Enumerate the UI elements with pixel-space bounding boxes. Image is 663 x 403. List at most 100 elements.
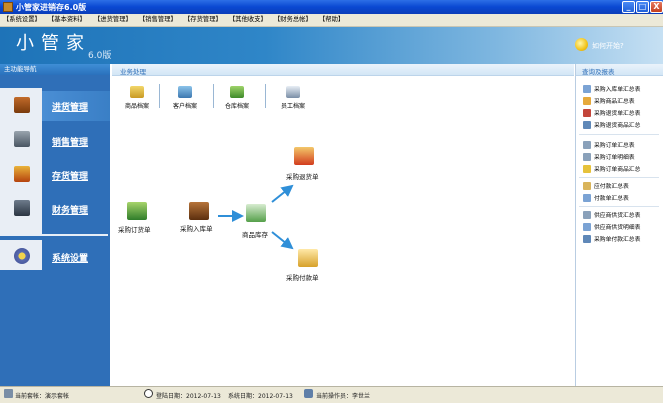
status-system-date: 系统日期：2012-07-13 [228, 393, 293, 400]
table-icon [583, 181, 591, 190]
menu-basic-data[interactable]: 【基本资料】 [48, 15, 86, 25]
report-label: 应付款汇总表 [594, 184, 629, 190]
file-warehouse[interactable]: 仓库档案 [219, 86, 255, 110]
truck-icon [14, 97, 30, 113]
product-file-icon [130, 86, 144, 98]
menu-sales[interactable]: 【销售管理】 [139, 15, 177, 25]
report-item[interactable]: 采购订单明细表 [583, 152, 635, 162]
ledger-icon [14, 200, 30, 216]
report-item[interactable]: 采购单付款汇总表 [583, 234, 640, 244]
return-icon[interactable] [294, 147, 314, 165]
report-item[interactable]: 采购入库单汇总表 [583, 84, 640, 94]
report-item[interactable]: 采购订单商品汇总 [583, 164, 640, 174]
report-label: 采购退货商品汇总 [594, 123, 641, 129]
divider [579, 177, 659, 178]
menu-help[interactable]: 【帮助】 [319, 15, 344, 25]
report-item[interactable]: 采购退货单汇总表 [583, 108, 640, 118]
table-icon [583, 108, 591, 117]
report-label: 采购订单汇总表 [594, 143, 635, 149]
report-label: 采购商品汇总表 [594, 99, 635, 105]
sidebar-item-label: 财务管理 [52, 206, 89, 216]
center-header-label: 业务处理 [120, 68, 146, 76]
report-item[interactable]: 应付款汇总表 [583, 181, 629, 191]
gear-icon [14, 248, 30, 264]
menu-inventory[interactable]: 【存货管理】 [184, 15, 222, 25]
table-icon [583, 222, 591, 231]
maximize-button[interactable]: □ [636, 1, 649, 13]
table-icon [583, 164, 591, 173]
warehouse-icon [14, 166, 30, 182]
file-label: 客户档案 [172, 103, 197, 110]
report-label: 供应商供货明细表 [594, 225, 641, 231]
lightbulb-icon[interactable] [575, 38, 588, 51]
file-label: 仓库档案 [224, 103, 249, 110]
database-icon [4, 389, 13, 398]
divider [159, 84, 160, 108]
sidebar-header: 主功能导航 [0, 64, 110, 75]
divider [265, 84, 266, 108]
report-item[interactable]: 供应商供货明细表 [583, 222, 640, 232]
table-icon [583, 140, 591, 149]
flow-inbound[interactable]: 采购入库单 [180, 223, 213, 233]
table-icon [583, 234, 591, 243]
report-label: 采购单付款汇总表 [594, 237, 641, 243]
divider [213, 84, 214, 108]
menu-other-income[interactable]: 【其他收支】 [229, 15, 267, 25]
report-item[interactable]: 供应商供货汇总表 [583, 210, 640, 220]
report-label: 采购订单商品汇总 [594, 167, 641, 173]
report-label: 付款单汇总表 [594, 196, 629, 202]
file-customer[interactable]: 客户档案 [167, 86, 203, 110]
report-item[interactable]: 付款单汇总表 [583, 193, 629, 203]
menu-purchase[interactable]: 【进货管理】 [94, 15, 132, 25]
sidebar-item-label: 系统设置 [52, 254, 89, 264]
flow-arrows [218, 184, 294, 250]
table-icon [583, 120, 591, 129]
minimize-button[interactable]: _ [622, 1, 635, 13]
center-header [112, 64, 574, 76]
file-employee[interactable]: 员工档案 [275, 86, 311, 110]
close-button[interactable]: X [650, 1, 663, 13]
status-operator: 当前操作员：李世兰 [316, 393, 371, 400]
flow-stock[interactable]: 商品库存 [242, 229, 268, 239]
brand-title: 小管家 [16, 33, 91, 54]
report-item[interactable]: 采购退货商品汇总 [583, 120, 640, 130]
sidebar-item-label: 销售管理 [52, 138, 89, 148]
file-product[interactable]: 商品档案 [119, 86, 155, 110]
report-label: 采购订单明细表 [594, 155, 635, 161]
help-link[interactable]: 如何开始? [592, 41, 624, 51]
flow-payment[interactable]: 采购付款单 [286, 272, 319, 282]
arrow-stock-to-return [271, 184, 294, 203]
report-panel-title: 查询及报表 [582, 68, 615, 76]
brand-version: 6.0版 [88, 51, 112, 61]
report-label: 供应商供货汇总表 [594, 213, 641, 219]
table-icon [583, 193, 591, 202]
user-icon [304, 389, 313, 398]
table-icon [583, 84, 591, 93]
window-title: 小管家进销存6.0版 [16, 3, 87, 12]
arrow-stock-to-payment [271, 231, 294, 250]
menu-finance[interactable]: 【财务总帐】 [274, 15, 312, 25]
customer-file-icon [178, 86, 192, 98]
sidebar-item-label: 存货管理 [52, 172, 89, 182]
divider [579, 134, 659, 135]
file-label: 员工档案 [280, 103, 305, 110]
table-icon [583, 210, 591, 219]
report-item[interactable]: 采购订单汇总表 [583, 140, 635, 150]
menu-system-settings[interactable]: 【系统设置】 [3, 15, 41, 25]
report-item[interactable]: 采购商品汇总表 [583, 96, 635, 106]
employee-file-icon [286, 86, 300, 98]
title-bar [0, 0, 663, 14]
warehouse-file-icon [230, 86, 244, 98]
table-icon [583, 96, 591, 105]
truck-icon[interactable] [189, 202, 209, 220]
table-icon [583, 152, 591, 161]
file-label: 商品档案 [124, 103, 149, 110]
flow-return[interactable]: 采购退货单 [286, 171, 319, 181]
flow-order[interactable]: 采购订货单 [118, 224, 151, 234]
house-icon[interactable] [246, 204, 266, 222]
payment-icon[interactable] [298, 249, 318, 267]
status-login-date: 登陆日期：2012-07-13 [156, 393, 221, 400]
order-icon[interactable] [127, 202, 147, 220]
clock-icon [144, 389, 153, 398]
sidebar-item-label: 进货管理 [52, 103, 89, 113]
